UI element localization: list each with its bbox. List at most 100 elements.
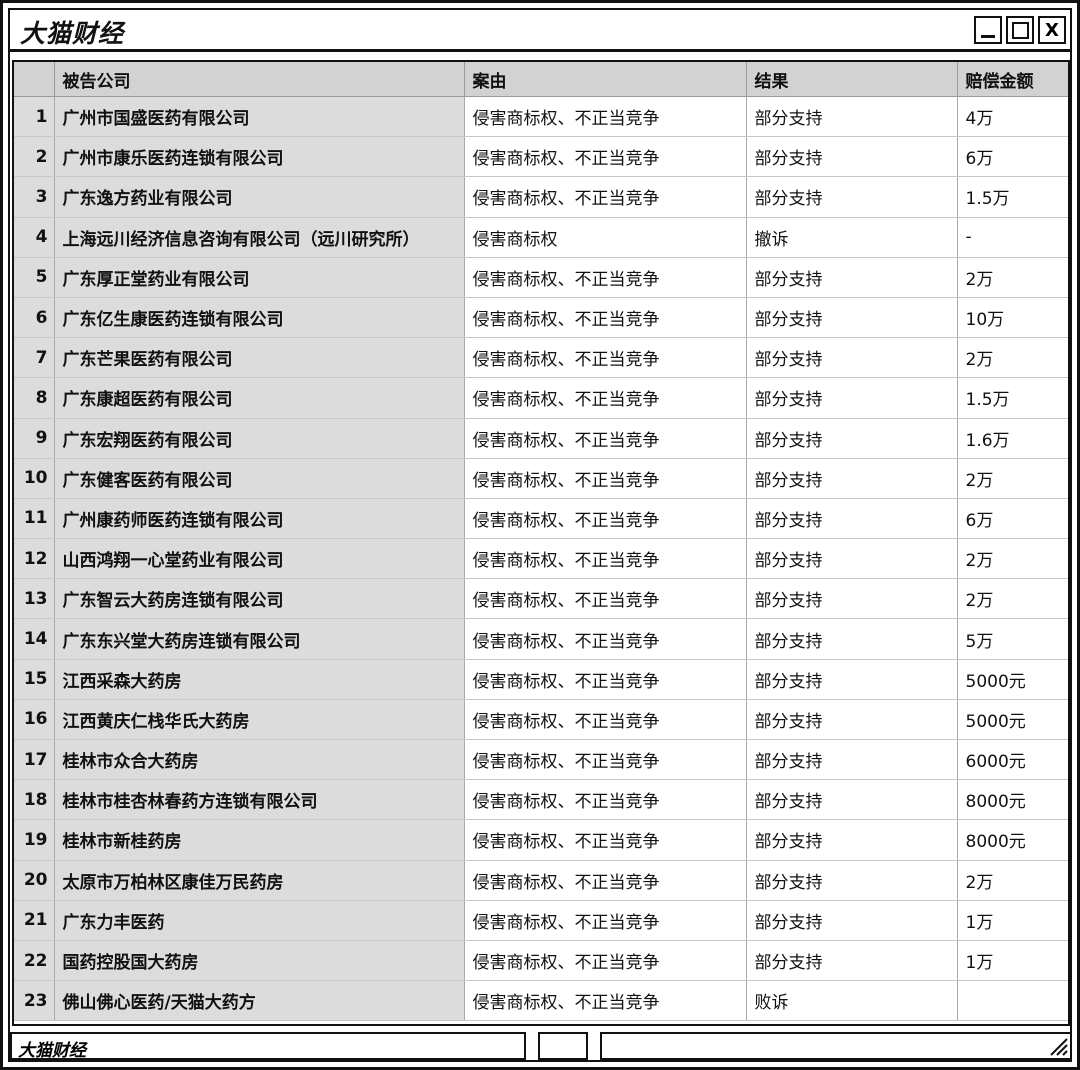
table-row[interactable]: 18 桂林市桂杏林春药方连锁有限公司 侵害商标权、不正当竞争 部分支持 8000元 — [14, 779, 1068, 821]
row-index-cell: 6 — [14, 297, 55, 339]
result-cell: 部分支持 — [746, 498, 958, 540]
result-cell: 部分支持 — [746, 96, 958, 138]
result-cell: 部分支持 — [746, 257, 958, 298]
table-row[interactable]: 3 广东逸方药业有限公司 侵害商标权、不正当竞争 部分支持 1.5万 — [14, 176, 1068, 218]
amount-cell — [957, 980, 1068, 1022]
result-cell: 部分支持 — [746, 297, 958, 339]
amount-cell: 1万 — [957, 900, 1068, 941]
result-cell: 部分支持 — [746, 659, 958, 700]
cause-cell: 侵害商标权、不正当竞争 — [464, 297, 747, 339]
result-cell: 部分支持 — [746, 337, 958, 379]
minimize-icon — [981, 34, 995, 38]
row-index-cell: 13 — [14, 578, 55, 620]
cause-cell: 侵害商标权、不正当竞争 — [464, 940, 747, 982]
company-cell: 广东芒果医药有限公司 — [54, 337, 465, 379]
cause-cell: 侵害商标权、不正当竞争 — [464, 377, 747, 419]
table-row[interactable]: 14 广东东兴堂大药房连锁有限公司 侵害商标权、不正当竞争 部分支持 5万 — [14, 618, 1068, 660]
cause-cell: 侵害商标权、不正当竞争 — [464, 257, 747, 298]
cause-cell: 侵害商标权、不正当竞争 — [464, 418, 747, 459]
table-header-row: 被告公司 案由 结果 赔偿金额 — [14, 62, 1068, 97]
row-index-cell: 9 — [14, 418, 55, 459]
company-cell: 国药控股国大药房 — [54, 940, 465, 982]
company-cell: 上海远川经济信息咨询有限公司（远川研究所） — [54, 217, 465, 258]
column-header-amount[interactable]: 赔偿金额 — [957, 62, 1068, 97]
table-row[interactable]: 2 广州市康乐医药连锁有限公司 侵害商标权、不正当竞争 部分支持 6万 — [14, 136, 1068, 178]
column-header-company[interactable]: 被告公司 — [54, 62, 465, 97]
column-header-cause[interactable]: 案由 — [464, 62, 747, 97]
amount-cell: 6万 — [957, 498, 1068, 540]
table-row[interactable]: 21 广东力丰医药 侵害商标权、不正当竞争 部分支持 1万 — [14, 900, 1068, 941]
title-bar[interactable]: 大猫财经 X — [10, 10, 1070, 52]
amount-cell: 2万 — [957, 578, 1068, 620]
status-bar: 大猫财经 — [10, 1030, 1072, 1062]
amount-cell: 8000元 — [957, 819, 1068, 861]
company-cell: 广东亿生康医药连锁有限公司 — [54, 297, 465, 339]
amount-cell: 1万 — [957, 940, 1068, 982]
row-index-cell: 18 — [14, 779, 55, 821]
table-row[interactable]: 11 广州康药师医药连锁有限公司 侵害商标权、不正当竞争 部分支持 6万 — [14, 498, 1068, 540]
company-cell: 太原市万柏林区康佳万民药房 — [54, 860, 465, 901]
table-row[interactable]: 5 广东厚正堂药业有限公司 侵害商标权、不正当竞争 部分支持 2万 — [14, 257, 1068, 298]
result-cell: 败诉 — [746, 980, 958, 1022]
table-row[interactable]: 23 佛山佛心医药/天猫大药方 侵害商标权、不正当竞争 败诉 — [14, 980, 1068, 1022]
table-row[interactable]: 10 广东健客医药有限公司 侵害商标权、不正当竞争 部分支持 2万 — [14, 458, 1068, 499]
result-cell: 部分支持 — [746, 819, 958, 861]
row-index-cell: 8 — [14, 377, 55, 419]
table-row[interactable]: 16 江西黄庆仁栈华氏大药房 侵害商标权、不正当竞争 部分支持 5000元 — [14, 699, 1068, 741]
cause-cell: 侵害商标权、不正当竞争 — [464, 136, 747, 178]
table-row[interactable]: 1 广州市国盛医药有限公司 侵害商标权、不正当竞争 部分支持 4万 — [14, 96, 1068, 138]
table-row[interactable]: 7 广东芒果医药有限公司 侵害商标权、不正当竞争 部分支持 2万 — [14, 337, 1068, 379]
row-index-cell: 22 — [14, 940, 55, 982]
result-cell: 部分支持 — [746, 578, 958, 620]
amount-cell: 8000元 — [957, 779, 1068, 821]
table-row[interactable]: 20 太原市万柏林区康佳万民药房 侵害商标权、不正当竞争 部分支持 2万 — [14, 860, 1068, 901]
row-index-cell: 17 — [14, 739, 55, 781]
row-index-cell: 19 — [14, 819, 55, 861]
row-index-cell: 7 — [14, 337, 55, 379]
minimize-button[interactable] — [974, 16, 1002, 44]
result-cell: 部分支持 — [746, 699, 958, 741]
amount-cell: 10万 — [957, 297, 1068, 339]
result-cell: 撤诉 — [746, 217, 958, 258]
company-cell: 广东力丰医药 — [54, 900, 465, 941]
company-cell: 广东健客医药有限公司 — [54, 458, 465, 499]
company-cell: 广州康药师医药连锁有限公司 — [54, 498, 465, 540]
table-row[interactable]: 15 江西采森大药房 侵害商标权、不正当竞争 部分支持 5000元 — [14, 659, 1068, 700]
result-cell: 部分支持 — [746, 377, 958, 419]
company-cell: 广东宏翔医药有限公司 — [54, 418, 465, 459]
resize-grip-icon[interactable] — [1046, 1034, 1068, 1056]
table-row[interactable]: 19 桂林市新桂药房 侵害商标权、不正当竞争 部分支持 8000元 — [14, 819, 1068, 861]
table-row[interactable]: 9 广东宏翔医药有限公司 侵害商标权、不正当竞争 部分支持 1.6万 — [14, 418, 1068, 459]
table-row[interactable]: 17 桂林市众合大药房 侵害商标权、不正当竞争 部分支持 6000元 — [14, 739, 1068, 781]
status-bar-right-panel — [600, 1032, 1072, 1060]
maximize-button[interactable] — [1006, 16, 1034, 44]
close-icon: X — [1045, 19, 1059, 41]
table-row[interactable]: 13 广东智云大药房连锁有限公司 侵害商标权、不正当竞争 部分支持 2万 — [14, 578, 1068, 620]
result-cell: 部分支持 — [746, 900, 958, 941]
amount-cell: 2万 — [957, 337, 1068, 379]
company-cell: 江西黄庆仁栈华氏大药房 — [54, 699, 465, 741]
lawsuit-table-container[interactable]: 被告公司 案由 结果 赔偿金额 1 广州市国盛医药有限公司 侵害商标权、不正当竞争部… — [12, 60, 1070, 1026]
row-index-cell: 10 — [14, 458, 55, 499]
amount-cell: 6000元 — [957, 739, 1068, 781]
table-row[interactable]: 12 山西鸿翔一心堂药业有限公司 侵害商标权、不正当竞争 部分支持 2万 — [14, 538, 1068, 580]
amount-cell: 4万 — [957, 96, 1068, 138]
table-row[interactable]: 6 广东亿生康医药连锁有限公司 侵害商标权、不正当竞争 部分支持 10万 — [14, 297, 1068, 339]
result-cell: 部分支持 — [746, 418, 958, 459]
row-index-cell: 21 — [14, 900, 55, 941]
table-row[interactable]: 22 国药控股国大药房 侵害商标权、不正当竞争 部分支持 1万 — [14, 940, 1068, 982]
result-cell: 部分支持 — [746, 176, 958, 218]
result-cell: 部分支持 — [746, 779, 958, 821]
column-header-result[interactable]: 结果 — [746, 62, 958, 97]
cause-cell: 侵害商标权、不正当竞争 — [464, 900, 747, 941]
close-button[interactable]: X — [1038, 16, 1066, 44]
company-cell: 佛山佛心医药/天猫大药方 — [54, 980, 465, 1022]
maximize-icon — [1011, 21, 1029, 39]
lawsuit-table: 被告公司 案由 结果 赔偿金额 1 广州市国盛医药有限公司 侵害商标权、不正当竞争部… — [14, 62, 1068, 1022]
cause-cell: 侵害商标权、不正当竞争 — [464, 498, 747, 540]
row-index-cell: 5 — [14, 257, 55, 298]
company-cell: 广东康超医药有限公司 — [54, 377, 465, 419]
table-row[interactable]: 4 上海远川经济信息咨询有限公司（远川研究所） 侵害商标权 撤诉 - — [14, 217, 1068, 258]
table-row[interactable]: 8 广东康超医药有限公司 侵害商标权、不正当竞争 部分支持 1.5万 — [14, 377, 1068, 419]
row-index-cell: 23 — [14, 980, 55, 1022]
